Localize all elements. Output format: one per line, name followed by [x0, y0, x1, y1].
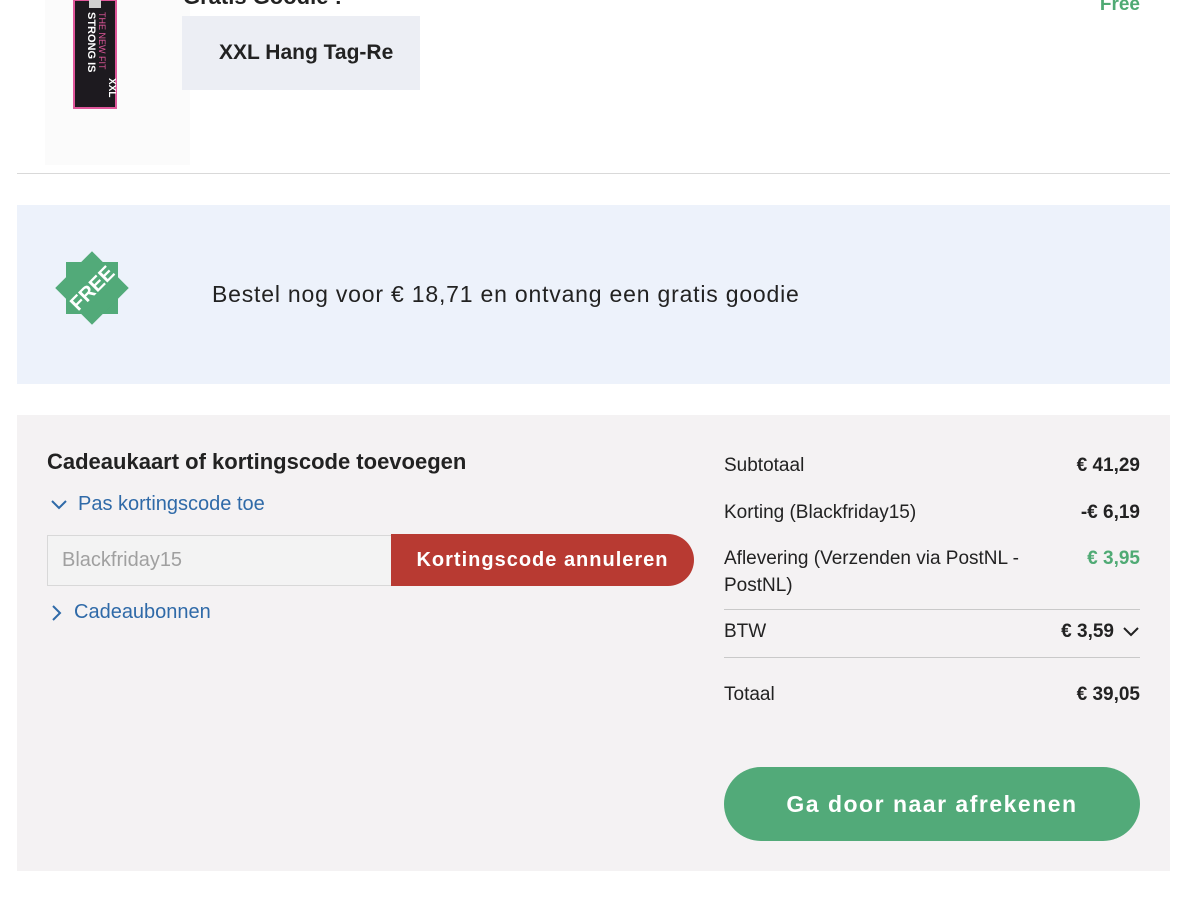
discount-row: Korting (Blackfriday15) -€ 6,19 [724, 502, 1140, 524]
divider [724, 609, 1140, 610]
apply-coupon-toggle[interactable]: Pas kortingscode toe [50, 493, 265, 516]
shipping-value: € 3,95 [1087, 548, 1140, 569]
subtotal-value: € 41,29 [1076, 455, 1140, 476]
vat-value: € 3,59 [1061, 621, 1114, 642]
divider [17, 173, 1170, 174]
tag-line-1: STRONG IS [85, 12, 97, 73]
cart-product-row: STRONG IS THE NEW FIT XXL Gratis Goodie … [45, 0, 1170, 170]
divider [724, 657, 1140, 658]
variant-select[interactable]: XXL Hang Tag-Re [182, 16, 420, 90]
apply-coupon-label: Pas kortingscode toe [78, 493, 265, 515]
product-price: Free [1099, 0, 1140, 15]
shipping-label: Aflevering (Verzenden via PostNL - PostN… [724, 548, 1020, 596]
tag-line-2: THE NEW FIT [97, 12, 107, 70]
chevron-down-icon [51, 499, 67, 509]
coupon-heading: Cadeaukaart of kortingscode toevoegen [47, 449, 467, 474]
cart-summary-panel: Cadeaukaart of kortingscode toevoegen Pa… [17, 415, 1170, 871]
cancel-coupon-button[interactable]: Kortingscode annuleren [391, 534, 694, 586]
product-title: Gratis Goodie : [183, 0, 342, 10]
subtotal-row: Subtotaal € 41,29 [724, 455, 1140, 477]
hang-tag-image: STRONG IS THE NEW FIT XXL [73, 0, 117, 109]
subtotal-label: Subtotaal [724, 455, 805, 476]
discount-value: -€ 6,19 [1080, 502, 1140, 523]
discount-label: Korting (Blackfriday15) [724, 502, 917, 523]
gift-cards-toggle[interactable]: Cadeaubonnen [50, 601, 211, 624]
coupon-code-input[interactable] [47, 535, 392, 586]
total-label: Totaal [724, 684, 775, 705]
checkout-button[interactable]: Ga door naar afrekenen [724, 767, 1140, 841]
chevron-down-icon[interactable] [1122, 626, 1140, 638]
vat-label: BTW [724, 621, 767, 642]
product-image: STRONG IS THE NEW FIT XXL [45, 0, 190, 165]
total-row: Totaal € 39,05 [724, 684, 1140, 706]
shipping-row: Aflevering (Verzenden via PostNL - PostN… [724, 548, 1140, 599]
total-value: € 39,05 [1076, 684, 1140, 705]
promo-message: Bestel nog voor € 18,71 en ontvang een g… [212, 281, 800, 307]
vat-row[interactable]: BTW € 3,59 [724, 621, 1140, 643]
free-badge-icon: FREE [55, 251, 129, 325]
vat-value-group: € 3,59 [1061, 621, 1140, 643]
tag-line-3: XXL [106, 78, 117, 97]
chevron-down-icon [368, 48, 380, 54]
chevron-right-icon [52, 604, 62, 621]
gift-cards-label: Cadeaubonnen [74, 601, 211, 623]
free-goodie-banner: FREE Bestel nog voor € 18,71 en ontvang … [17, 205, 1170, 384]
